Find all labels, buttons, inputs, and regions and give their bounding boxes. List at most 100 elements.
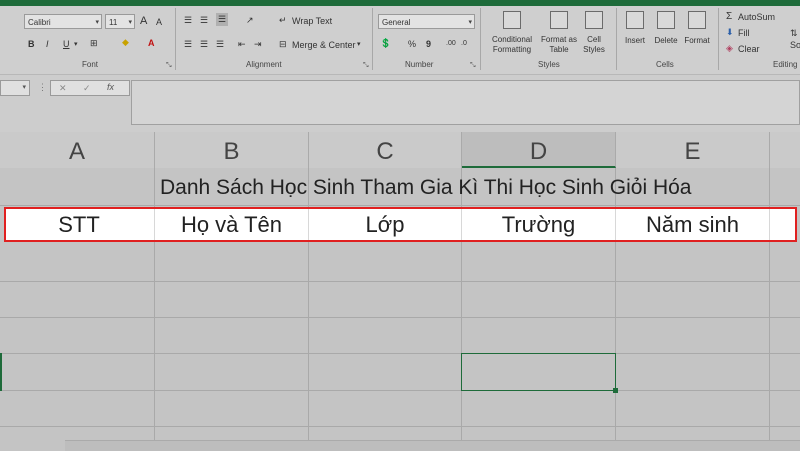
increase-decimal-icon[interactable]: .00 [446,38,456,49]
formula-bar-handle-icon[interactable]: ⋮ [38,82,47,93]
chevron-down-icon: ▾ [22,84,26,91]
align-left-icon[interactable]: ☰ [184,39,192,50]
shrink-font-button[interactable]: A [156,17,162,28]
active-row-indicator [0,353,2,391]
gridline [0,353,800,354]
group-separator [372,8,373,70]
conditional-formatting-button[interactable]: Conditional Formatting [484,35,540,55]
insert-cells-icon [626,11,644,29]
enter-icon[interactable]: ✓ [83,83,91,94]
number-format-select[interactable]: General ▾ [378,14,475,29]
fill-icon: ⬇ [726,27,734,37]
cell-label: Cell [587,35,601,44]
wrap-text-button[interactable]: Wrap Text [292,16,332,27]
fill-handle[interactable] [613,388,618,393]
format-as-label: Format as [540,35,577,44]
grow-font-button[interactable]: A [140,16,147,27]
dialog-launcher-icon[interactable]: ⤡ [166,62,172,70]
orientation-icon[interactable]: ↗ [246,15,254,26]
autosum-icon: Σ [726,11,733,22]
italic-button[interactable]: I [46,39,49,50]
align-bottom-icon[interactable]: ☰ [216,13,229,26]
dialog-launcher-icon[interactable]: ⤡ [470,62,476,70]
fill-button[interactable]: Fill [738,28,750,39]
dialog-launcher-icon[interactable]: ⤡ [363,62,369,70]
group-separator [718,8,719,70]
alignment-group-label: Alignment [246,60,282,69]
format-as-table-icon [550,11,568,29]
decrease-indent-icon[interactable]: ⇤ [238,39,246,50]
number-group-label: Number [405,60,434,69]
insert-function-icon[interactable]: fx [107,82,114,92]
chevron-down-icon: ▾ [128,19,132,26]
font-size-select[interactable]: 11 ▾ [105,14,135,29]
font-group-label: Font [82,60,99,69]
font-family-value: Calibri [28,18,51,27]
group-separator [480,8,481,70]
increase-indent-icon[interactable]: ⇥ [254,39,262,50]
sort-filter-label: So [790,40,800,50]
column-header-f[interactable] [770,132,800,168]
cancel-icon[interactable]: ✕ [59,83,67,94]
title-bar-strip [0,0,800,6]
formula-buttons: ✕ ✓ fx [50,80,130,96]
font-size-value: 11 [109,18,118,27]
align-center-icon[interactable]: ☰ [200,39,208,50]
active-cell-selection[interactable] [461,353,616,391]
header-cell-stt[interactable]: STT [4,207,154,242]
accounting-format-icon[interactable]: 💲 [380,38,391,49]
merge-center-icon: ⊟ [279,39,287,49]
gridline [0,281,800,282]
wrap-text-icon: ↵ [279,15,287,25]
horizontal-scrollbar[interactable] [65,440,800,451]
bold-button[interactable]: B [28,39,35,50]
table-label: Table [549,45,569,54]
cell-styles-icon [585,11,603,29]
sort-filter-button[interactable]: ⇅ [790,28,798,39]
format-button[interactable]: Format [682,36,712,46]
name-box[interactable]: ▾ [0,80,30,96]
cell-divider [769,209,770,240]
column-header-d[interactable]: D [462,132,616,168]
cell-styles-button[interactable]: Cell Styles [578,35,610,55]
header-cell-name[interactable]: Họ và Tên [155,207,308,242]
delete-button[interactable]: Delete [651,36,681,46]
header-cell-school[interactable]: Trường [462,207,615,242]
align-right-icon[interactable]: ☰ [216,39,224,50]
chevron-down-icon[interactable]: ▾ [357,39,361,50]
align-middle-icon[interactable]: ☰ [200,15,208,26]
number-format-value: General [382,18,411,27]
column-header-a[interactable]: A [0,132,155,168]
gridline [0,317,800,318]
align-top-icon[interactable]: ☰ [184,15,192,26]
column-header-c[interactable]: C [309,132,462,168]
delete-cells-icon [657,11,675,29]
header-cell-birth-year[interactable]: Năm sinh [616,207,769,242]
column-header-e[interactable]: E [616,132,770,168]
formula-input[interactable] [131,80,800,125]
percent-button[interactable]: % [408,39,416,50]
sheet-title[interactable]: Danh Sách Học Sinh Tham Gia Kì Thi Học S… [160,168,780,206]
chevron-down-icon: ▾ [468,19,472,26]
font-color-button[interactable]: A [148,38,155,49]
styles-group-label: Styles [538,60,560,69]
clear-button[interactable]: Clear [738,44,760,55]
font-family-select[interactable]: Calibri ▾ [24,14,102,29]
underline-button[interactable]: U [63,39,70,50]
group-separator [175,8,176,70]
merge-center-button[interactable]: Merge & Center [292,40,356,51]
chevron-down-icon[interactable]: ▾ [74,39,78,50]
autosum-button[interactable]: AutoSum [738,12,775,23]
fill-color-icon[interactable]: ◆ [122,37,129,48]
decrease-decimal-icon[interactable]: .0 [461,38,467,49]
comma-style-button[interactable]: 9 [426,39,431,50]
column-header-b[interactable]: B [155,132,309,168]
gridline [0,390,800,391]
format-as-table-button[interactable]: Format as Table [538,35,580,55]
header-cell-class[interactable]: Lớp [309,207,461,242]
insert-button[interactable]: Insert [620,36,650,46]
eraser-icon: ◈ [726,43,733,53]
chevron-down-icon: ▾ [95,19,99,26]
borders-icon[interactable]: ⊞ [90,38,98,49]
group-separator [616,8,617,70]
